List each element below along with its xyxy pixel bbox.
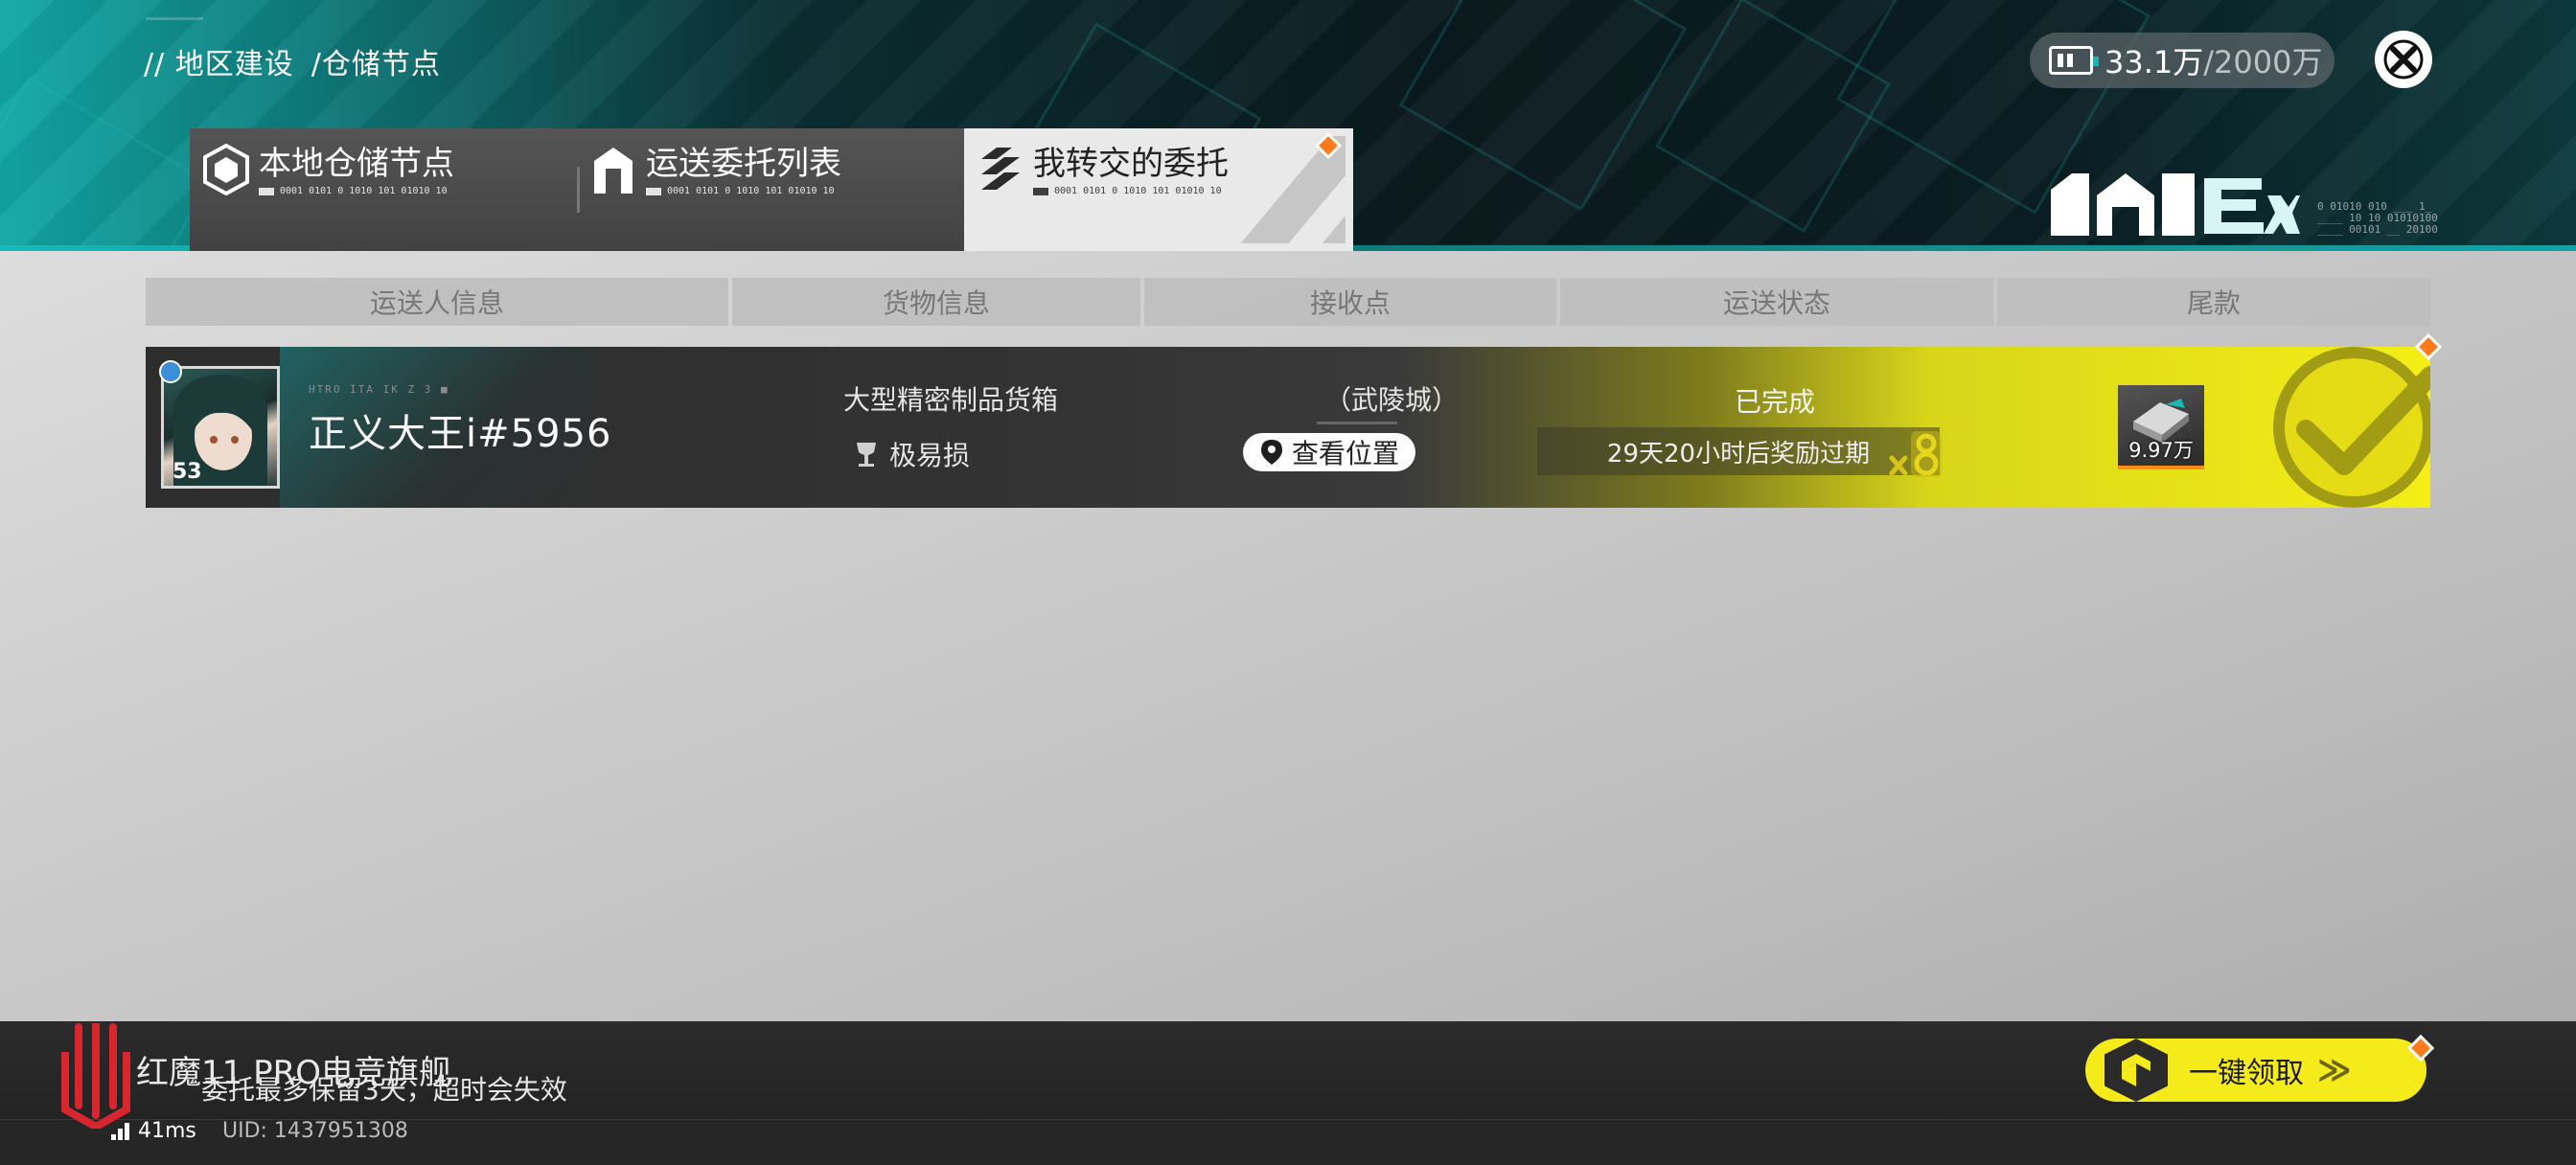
receive-divider: [1317, 422, 1397, 424]
signal-icon: [111, 1122, 130, 1140]
view-location-button[interactable]: 查看位置: [1243, 433, 1415, 471]
view-location-label: 查看位置: [1291, 438, 1399, 469]
breadcrumb: // 地区建设 /仓储节点: [144, 40, 441, 82]
brand-binary-text: 0 01010 010 ___ 1_ ____ 10 10 01010100 _…: [2317, 200, 2438, 236]
table-row[interactable]: 53 HTRO ITA IK Z 3 ■ 正义大王i#5956 大型精密制品货箱…: [146, 347, 2430, 508]
table-header: 运送人信息 货物信息 接收点 运送状态 尾款: [146, 278, 2430, 326]
column-header-status: 运送状态: [1560, 278, 1993, 326]
column-header-final-payment: 尾款: [1997, 278, 2430, 326]
endfield-logo: [2051, 173, 2300, 236]
claim-all-label: 一键领取: [2189, 1057, 2304, 1090]
battery-icon: [2049, 46, 2099, 75]
tab-bar: 本地仓储节点 0001 0101 0 1010 101 01010 10 运送委…: [190, 128, 1353, 251]
player-name: 正义大王i#5956: [309, 412, 612, 456]
currency-display: 33.1万/2000万: [2030, 33, 2334, 88]
claim-all-button[interactable]: 一键领取 ≫: [2085, 1039, 2426, 1102]
ping-value: 41ms: [138, 1119, 196, 1143]
completed-check-icon: [2273, 347, 2430, 508]
tab-sublabel: 0001 0101 0 1010 101 01010 10: [1033, 186, 1229, 196]
tab-my-commissions[interactable]: 我转交的委托 0001 0101 0 1010 101 01010 10: [964, 128, 1353, 251]
device-brand-logo: [61, 1023, 130, 1129]
tab-sublabel: 0001 0101 0 1010 101 01010 10: [259, 186, 454, 196]
header-decor: [1655, 0, 1891, 233]
uid-value: UID: 1437951308: [222, 1119, 408, 1143]
column-header-receive-point: 接收点: [1144, 278, 1556, 326]
tab-label: 本地仓储节点: [259, 145, 454, 183]
reward-item[interactable]: 9.97万: [2118, 385, 2204, 469]
column-header-cargo: 货物信息: [732, 278, 1140, 326]
currency-max: /2000万: [2203, 44, 2323, 80]
studio-logo: [146, 17, 203, 34]
player-level: 53: [172, 460, 202, 484]
tab-label: 运送委托列表: [646, 145, 841, 183]
tab-label: 我转交的委托: [1033, 145, 1229, 183]
currency-current: 33.1万: [2104, 44, 2204, 80]
tab-local-storage[interactable]: 本地仓储节点 0001 0101 0 1010 101 01010 10: [190, 128, 577, 251]
close-icon: [2383, 39, 2424, 80]
fragile-glass-icon: [857, 443, 876, 467]
network-ping: 41ms: [111, 1119, 196, 1143]
breadcrumb-current: /仓储节点: [310, 48, 441, 81]
reward-amount: 9.97万: [2128, 439, 2194, 462]
multiplier-x8-icon: [1889, 431, 1942, 477]
header-decor: [1398, 0, 1688, 212]
cargo-name: 大型精密制品货箱: [842, 384, 1058, 416]
player-tag: HTRO ITA IK Z 3 ■: [309, 383, 449, 396]
column-header-courier: 运送人信息: [146, 278, 728, 326]
delivery-status: 已完成: [1734, 386, 1815, 418]
breadcrumb-root[interactable]: // 地区建设: [144, 40, 294, 82]
player-badge-icon: [159, 360, 182, 383]
tab-sublabel: 0001 0101 0 1010 101 01010 10: [646, 186, 841, 196]
user-id: UID: 1437951308: [222, 1119, 408, 1143]
notice-text: 委托最多保留3天，超时会失效: [201, 1074, 567, 1106]
header-decor: [0, 76, 212, 251]
claim-hex-icon: [2104, 1039, 2168, 1102]
cube-icon: [203, 144, 249, 195]
tab-delivery-list[interactable]: 运送委托列表 0001 0101 0 1010 101 01010 10: [577, 128, 964, 251]
close-button[interactable]: [2375, 31, 2432, 88]
reward-expiry-timer: 29天20小时后奖励过期: [1537, 427, 1940, 475]
cargo-trait: 极易损: [855, 435, 970, 473]
location-pin-icon: [1260, 440, 1282, 465]
receive-point: （武陵城）: [1323, 384, 1459, 416]
cargo-trait-label: 极易损: [889, 440, 971, 471]
house-icon: [594, 148, 632, 194]
stack-icon: [981, 148, 1020, 190]
double-chevron-right-icon: ≫: [2317, 1051, 2352, 1089]
